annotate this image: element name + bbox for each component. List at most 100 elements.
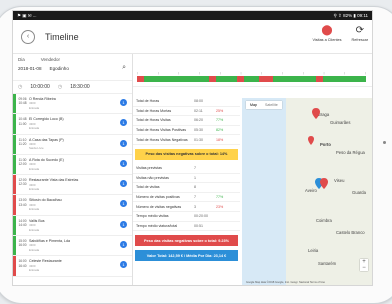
map[interactable]: Map Satellite Braga Guimarães Porto Peso… bbox=[242, 98, 372, 285]
visit-count-badge[interactable]: 1 bbox=[120, 159, 127, 167]
stat-value: 7 bbox=[194, 166, 196, 171]
timeline-segment[interactable] bbox=[215, 76, 238, 82]
timeline-segment[interactable] bbox=[208, 76, 216, 82]
timeline-segment[interactable] bbox=[244, 76, 259, 82]
stat-label: Tempo médio viatura/total bbox=[136, 223, 178, 228]
end-time[interactable]: 18:30:00 bbox=[70, 84, 89, 90]
stats-row: Número de visitas negativas 3 23% bbox=[133, 202, 240, 212]
map-type-tabs: Map Satellite bbox=[246, 101, 282, 109]
visit-count-badge[interactable]: 1 bbox=[120, 200, 127, 208]
visit-count-badge[interactable]: 1 bbox=[120, 220, 127, 228]
app-screen: ⚑ ▣ ✉ ... ⚲ ⇪ 82% ▮ 09:11 ‹ Timeline ⬤ V… bbox=[12, 10, 373, 286]
timeline-tick: | bbox=[261, 71, 263, 75]
timeline-segment[interactable] bbox=[272, 76, 316, 82]
visit-status: Entrada bbox=[29, 247, 40, 252]
visit-time: 09:06 10:48 bbox=[18, 97, 27, 106]
list-item[interactable]: 10:48 11:00 El Corregido Loco (B) 4300 Entr… bbox=[13, 114, 132, 135]
timeline-tick: | bbox=[178, 71, 180, 75]
clock-icon: ◷ bbox=[18, 84, 23, 90]
visit-time: 14:00 14:40 bbox=[18, 218, 27, 227]
tab-satellite[interactable]: Satellite bbox=[261, 101, 282, 109]
stats-row: Total de Horas 08:00 bbox=[133, 97, 240, 107]
tab-map[interactable]: Map bbox=[246, 101, 261, 109]
day-label: Dia bbox=[18, 57, 25, 62]
stats-row: Total de Horas Mortas 02:11 25% bbox=[133, 107, 240, 117]
map-city: Santarém bbox=[318, 261, 337, 266]
list-item[interactable]: 09:06 10:48 O Renda Ribeira 4300 Entrada 1 bbox=[13, 94, 132, 115]
stats-row: Total de Horas Visitas Negativas 01:30 18% bbox=[133, 135, 240, 145]
list-item[interactable]: 13:00 13:40 Sitiosin do Bacalhau 4300 Entra… bbox=[13, 195, 132, 216]
visit-info: A Rota do Sucedo (E) 4300 Entrada bbox=[29, 155, 64, 174]
visit-status: Entrada bbox=[29, 105, 40, 110]
filters: Dia Vendedor 2018-01-08 Egodinho ⌕ bbox=[13, 54, 132, 81]
stat-value: 1 bbox=[194, 175, 196, 180]
timeline-ticks: | | | | | | | | | | | | bbox=[137, 71, 366, 75]
list-item[interactable]: 14:00 14:40 Vallis Bus 4300 Entrada 1 bbox=[13, 215, 132, 237]
timeline-segment[interactable] bbox=[315, 76, 324, 82]
visit-info: A Casa das Tapas (P) 4300 Saída Livre bbox=[29, 135, 64, 154]
timeline-segment[interactable] bbox=[144, 76, 209, 82]
stat-value: 3 bbox=[194, 204, 196, 209]
visit-count-badge[interactable]: 1 bbox=[120, 99, 127, 106]
stat-label: Total de Horas Visitas bbox=[136, 118, 171, 123]
timeline-tick: | bbox=[240, 71, 242, 75]
stat-value: 02:11 bbox=[194, 108, 203, 113]
map-pin-icon: ⬤ bbox=[321, 25, 333, 36]
timeline-segment[interactable] bbox=[237, 76, 245, 82]
refresh-button[interactable]: ⟳ Refrescar bbox=[352, 23, 368, 42]
timeline-segment[interactable] bbox=[323, 76, 366, 82]
search-icon[interactable]: ⌕ bbox=[122, 64, 126, 72]
timeline-tick: | bbox=[323, 71, 325, 75]
stats-row: Total de visitas 8 bbox=[133, 183, 240, 193]
visit-status: Entrada bbox=[29, 268, 40, 273]
map-city: Castelo Branco bbox=[336, 230, 365, 235]
timeline-segment[interactable] bbox=[258, 76, 273, 82]
summary-banner-total: Valor Total: 142,59 € / Média Por Dia: 2… bbox=[135, 250, 238, 262]
timeline-segment[interactable] bbox=[137, 76, 145, 82]
map-pin-icon[interactable] bbox=[320, 178, 328, 189]
timeline-tick: | bbox=[365, 71, 366, 75]
visits-panel: Dia Vendedor 2018-01-08 Egodinho ⌕ ◷ 10:… bbox=[13, 54, 133, 285]
visit-count-badge[interactable]: 1 bbox=[120, 139, 127, 147]
visit-info: Celeste Restaurante 4300 Entrada bbox=[29, 256, 62, 275]
visit-info: O Renda Ribeira 4300 Entrada bbox=[29, 94, 56, 113]
zoom-out-icon[interactable]: − bbox=[360, 265, 368, 271]
visit-info: Sabóiñias e Pimenta, Lda 4300 Entrada bbox=[29, 236, 70, 255]
stat-value: 06:20 bbox=[194, 118, 203, 123]
map-pin-icon[interactable] bbox=[308, 136, 314, 145]
visit-name: Restaurante Vista das Estrelas bbox=[29, 178, 79, 183]
visit-time: 11:10 11:20 bbox=[18, 137, 27, 146]
back-button[interactable]: ‹ bbox=[21, 29, 35, 44]
client-visits-label: Visitas a Clientes bbox=[312, 38, 342, 42]
seller-field[interactable]: Egodinho bbox=[50, 66, 69, 71]
stat-label: Total de Horas Mortas bbox=[136, 108, 172, 113]
stats-row: Total de Horas Visitas Positivas 05:30 82% bbox=[133, 126, 240, 136]
start-time[interactable]: 10:00:00 bbox=[30, 84, 49, 90]
visit-count-badge[interactable]: 1 bbox=[120, 180, 127, 188]
list-item[interactable]: 16:00 16:40 Celeste Restaurante 4300 Entrad… bbox=[13, 256, 132, 277]
tablet-camera bbox=[383, 141, 386, 144]
status-bar: ⚑ ▣ ✉ ... ⚲ ⇪ 82% ▮ 09:11 bbox=[13, 11, 372, 20]
list-item[interactable]: 11:10 11:20 A Casa das Tapas (P) 4300 Saída… bbox=[13, 134, 132, 155]
visit-time: 16:00 16:40 bbox=[18, 259, 27, 268]
stat-percent: 18% bbox=[216, 137, 224, 142]
list-item[interactable]: 12:00 12:30 Restaurante Vista das Estrela… bbox=[13, 175, 132, 196]
map-city: Leiria bbox=[308, 248, 319, 253]
visit-count-badge[interactable]: 1 bbox=[120, 241, 127, 249]
visit-count-badge[interactable]: 1 bbox=[120, 119, 127, 127]
stat-value: 8 bbox=[194, 185, 196, 190]
visit-info: El Corregido Loco (B) 4300 Entrada bbox=[29, 114, 64, 133]
visit-count-badge[interactable]: 1 bbox=[120, 261, 127, 269]
list-item[interactable]: 11:30 12:00 A Rota do Sucedo (E) 4300 Entra… bbox=[13, 154, 132, 176]
stat-label: Número de visitas negativas bbox=[136, 204, 182, 209]
stat-label: Visitas não previstas bbox=[136, 175, 169, 180]
client-visits-button[interactable]: ⬤ Visitas a Clientes bbox=[312, 23, 341, 42]
map-zoom-control[interactable]: + − bbox=[360, 259, 368, 271]
timeline-tick: | bbox=[282, 71, 283, 75]
list-item[interactable]: 15:00 16:00 Sabóiñias e Pimenta, Lda 4300 E… bbox=[13, 236, 132, 257]
map-pin-icon[interactable] bbox=[312, 108, 320, 119]
timeline-track[interactable] bbox=[137, 76, 366, 82]
app-header: ‹ Timeline ⬤ Visitas a Clientes ⟳ Refres… bbox=[13, 20, 372, 54]
day-field[interactable]: 2018-01-08 bbox=[18, 66, 42, 71]
stat-label: Total de Horas bbox=[136, 99, 160, 104]
